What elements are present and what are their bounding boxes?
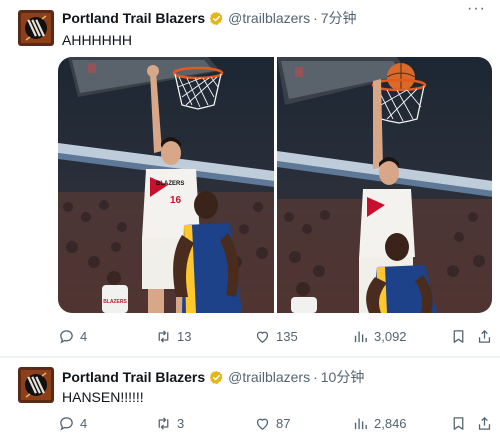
bookmark-button[interactable] [450, 413, 467, 433]
share-icon [478, 416, 491, 430]
bar-chart-icon [354, 418, 367, 429]
retweet-button[interactable]: 13 [155, 326, 191, 346]
reply-icon [60, 416, 73, 430]
verified-badge-icon [209, 370, 224, 385]
avatar[interactable] [18, 10, 54, 46]
reply-count: 4 [80, 415, 88, 431]
views-button[interactable]: 3,092 [352, 326, 407, 346]
like-count: 87 [276, 415, 291, 431]
author-name[interactable]: Portland Trail Blazers [62, 369, 205, 385]
jersey-number: 16 [170, 195, 182, 206]
share-button[interactable] [476, 326, 493, 346]
bookmark-button[interactable] [450, 326, 467, 346]
avatar[interactable] [18, 367, 54, 403]
tweet-text: AHHHHHH [62, 32, 132, 48]
author-name[interactable]: Portland Trail Blazers [62, 10, 205, 26]
tweet-actions: 4 13 135 3,092 [58, 326, 492, 346]
bookmark-icon [453, 416, 464, 430]
retweet-button[interactable]: 3 [155, 413, 184, 433]
like-button[interactable]: 135 [254, 326, 298, 346]
reply-button[interactable]: 4 [58, 413, 87, 433]
retweet-count: 3 [177, 415, 185, 431]
reply-count: 4 [80, 328, 88, 344]
timestamp[interactable]: 10分钟 [321, 367, 365, 387]
share-button[interactable] [476, 413, 493, 433]
bookmark-icon [453, 329, 464, 343]
verified-badge-icon [209, 11, 224, 26]
background-jersey-text: BLAZERS [103, 299, 127, 305]
dot-separator: · [313, 10, 318, 26]
dot-separator: · [313, 369, 318, 385]
like-button[interactable]: 87 [254, 413, 290, 433]
tweet[interactable]: Portland Trail Blazers @trailblazers · 7… [0, 0, 500, 356]
view-count: 3,092 [374, 328, 407, 344]
media-photo[interactable]: BLAZERS 16 BLAZERS [58, 57, 274, 313]
retweet-count: 13 [177, 328, 192, 344]
views-button[interactable]: 2,846 [352, 413, 407, 433]
retweet-icon [158, 416, 169, 430]
heart-icon [256, 418, 269, 430]
heart-icon [256, 331, 269, 343]
tweet[interactable]: Portland Trail Blazers @trailblazers · 1… [0, 358, 500, 440]
retweet-icon [158, 329, 169, 343]
tweet-media[interactable]: BLAZERS 16 BLAZERS [58, 57, 492, 313]
share-icon [478, 329, 491, 343]
like-count: 135 [276, 328, 298, 344]
bar-chart-icon [354, 331, 367, 342]
reply-icon [60, 329, 73, 343]
tweet-actions: 4 3 87 2,846 [58, 413, 492, 433]
author-handle[interactable]: @trailblazers [228, 369, 310, 385]
timestamp[interactable]: 7分钟 [321, 8, 357, 28]
more-options-icon[interactable]: ··· [467, 0, 486, 18]
media-photo[interactable] [276, 57, 492, 313]
blazers-logo-icon [18, 367, 54, 403]
reply-button[interactable]: 4 [58, 326, 87, 346]
blazers-logo-icon [18, 10, 54, 46]
jersey-team-text: BLAZERS [156, 181, 184, 187]
tweet-header: Portland Trail Blazers @trailblazers · 1… [62, 367, 364, 387]
view-count: 2,846 [374, 415, 407, 431]
author-handle[interactable]: @trailblazers [228, 10, 310, 26]
tweet-header: Portland Trail Blazers @trailblazers · 7… [62, 8, 357, 28]
tweet-text: HANSEN!!!!!! [62, 389, 144, 405]
